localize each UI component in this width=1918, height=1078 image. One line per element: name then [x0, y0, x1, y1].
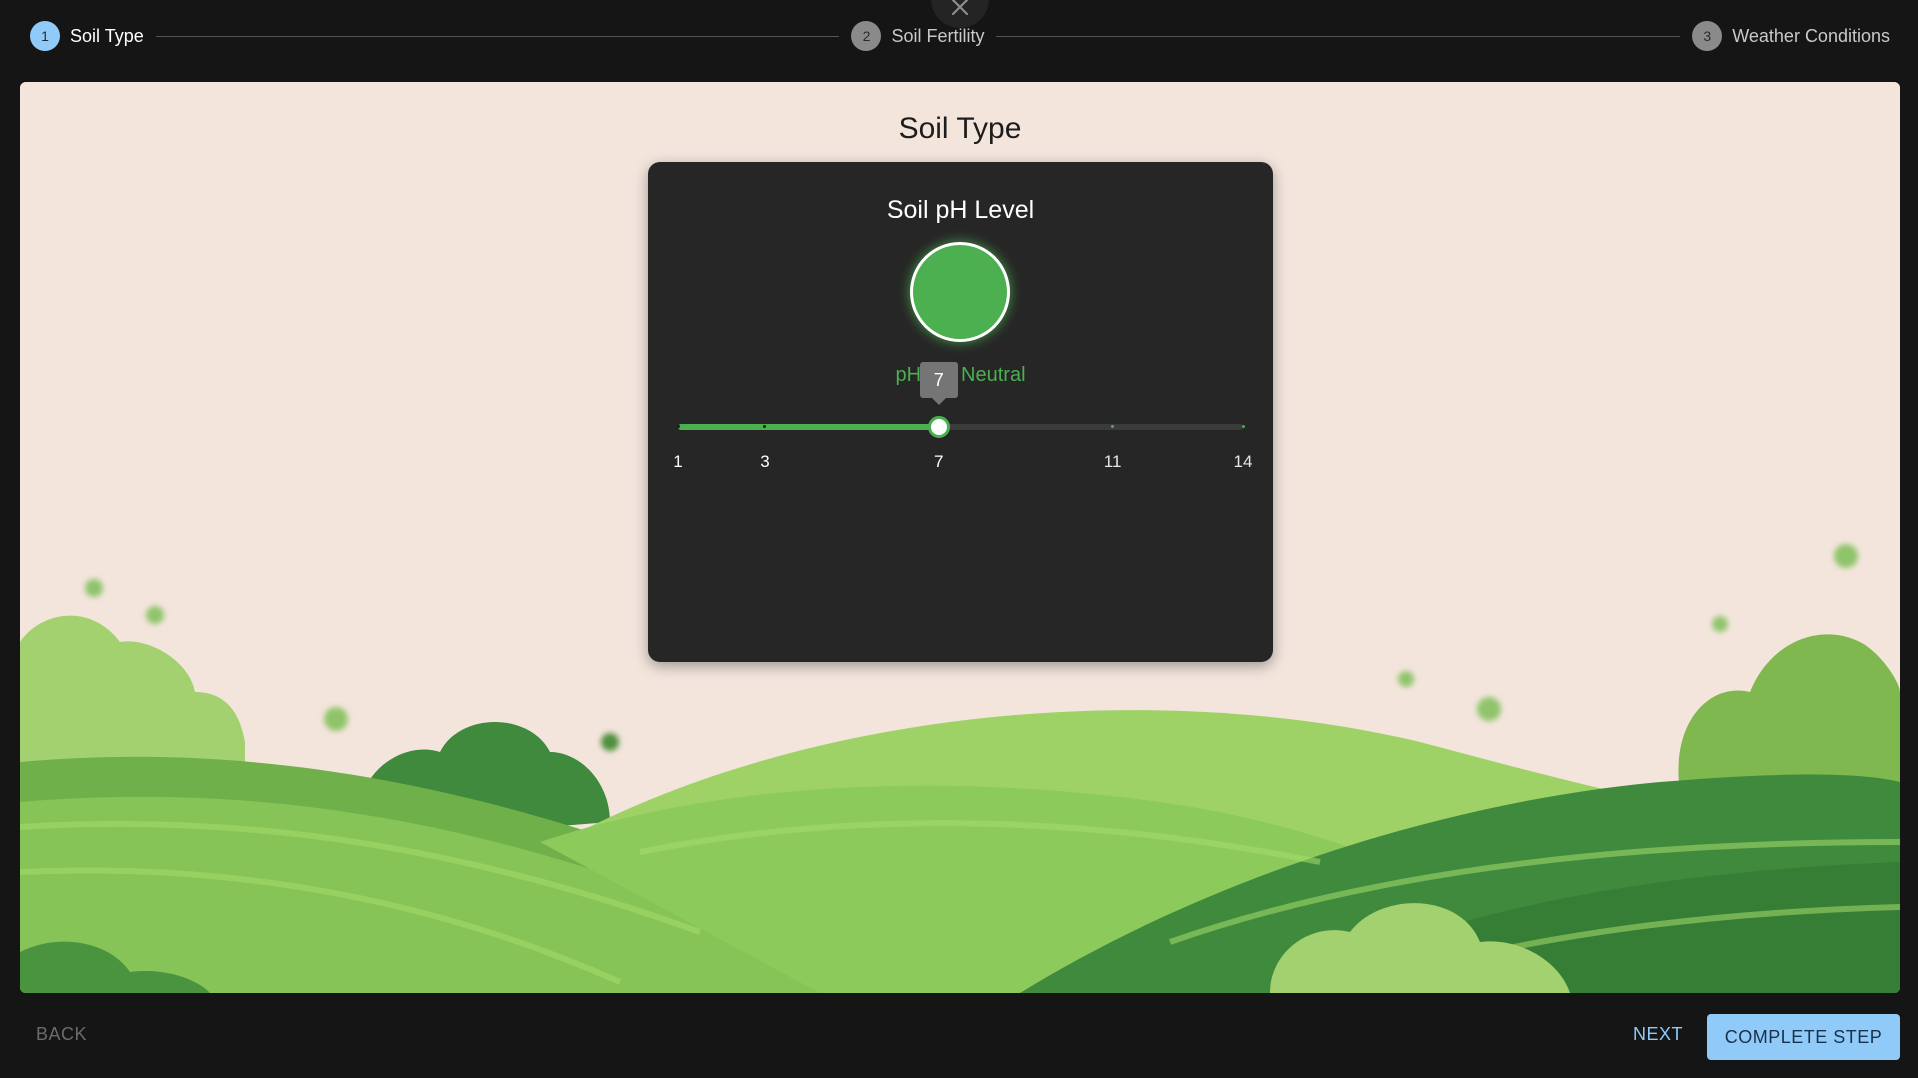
step-number-badge: 2: [851, 21, 882, 51]
page-title: Soil Type: [898, 112, 1022, 145]
ph-slider[interactable]: 7 1 3 7 11 14: [673, 362, 1252, 471]
back-button[interactable]: BACK: [20, 1014, 103, 1055]
step-connector: [996, 35, 1681, 37]
step-content-panel: Soil Type Soil pH Level pH: 7 - Neutral …: [20, 82, 1900, 993]
complete-step-button[interactable]: COMPLETE STEP: [1707, 1014, 1900, 1060]
close-icon: [951, 0, 969, 16]
slider-thumb[interactable]: [927, 416, 950, 438]
step-soil-type[interactable]: 1 Soil Type: [30, 21, 144, 51]
slider-mark-label[interactable]: 14: [1234, 452, 1253, 472]
slider-mark-label[interactable]: 7: [934, 452, 943, 472]
step-label: Soil Type: [70, 25, 144, 46]
step-navigation: BACK NEXT COMPLETE STEP: [0, 1000, 1918, 1078]
slider-mark: [1241, 425, 1245, 428]
step-weather-conditions[interactable]: 3 Weather Conditions: [1692, 21, 1890, 51]
step-number-badge: 1: [30, 21, 60, 51]
slider-value-label: 7: [919, 362, 958, 405]
step-connector: [155, 35, 840, 37]
ph-level-card: Soil pH Level pH: 7 - Neutral 7 1 3 7 11 14: [648, 162, 1273, 662]
slider-track: [678, 424, 939, 430]
ph-color-indicator: [910, 242, 1010, 342]
ph-readout: pH: 7 - Neutral: [648, 364, 1273, 387]
step-label: Weather Conditions: [1732, 25, 1890, 46]
step-label: Soil Fertility: [891, 25, 985, 46]
slider-mark-label[interactable]: 11: [1104, 452, 1122, 472]
slider-mark-label[interactable]: 3: [760, 452, 769, 472]
slider-mark-label[interactable]: 1: [673, 452, 682, 472]
card-title: Soil pH Level: [886, 196, 1035, 224]
next-button[interactable]: NEXT: [1617, 1014, 1699, 1055]
step-number-badge: 3: [1692, 21, 1723, 51]
slider-mark: [676, 425, 680, 428]
